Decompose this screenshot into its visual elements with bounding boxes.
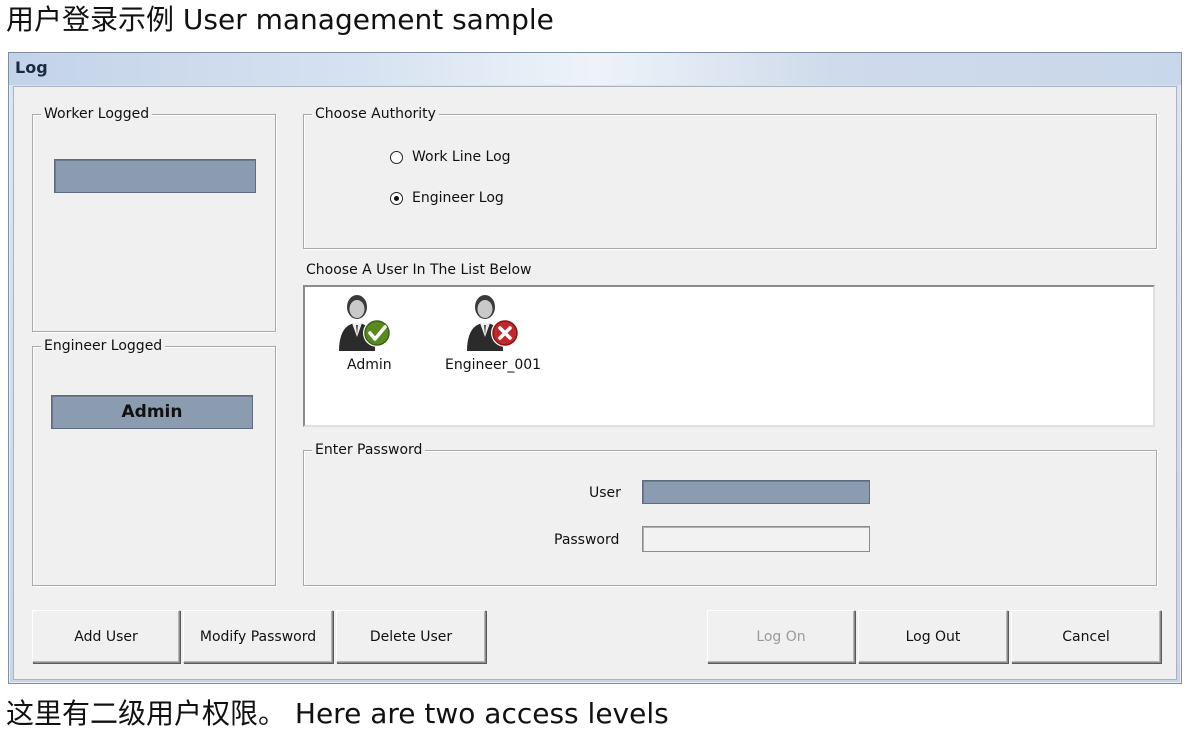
user-item-admin[interactable]: Admin — [327, 291, 417, 375]
user-input[interactable] — [642, 480, 870, 504]
window-client-area: Worker Logged Engineer Logged Admin Choo… — [13, 86, 1177, 680]
cancel-button[interactable]: Cancel — [1011, 610, 1161, 663]
user-item-engineer-001[interactable]: Engineer_001 — [445, 291, 555, 375]
engineer-logged-label: Engineer Logged — [41, 338, 166, 354]
enter-password-label: Enter Password — [312, 442, 426, 458]
user-list[interactable]: Admin Engineer_001 — [303, 285, 1155, 427]
caption-bottom: 这里有二级用户权限。 Here are two access levels — [6, 697, 669, 730]
radio-work-line-log-label: Work Line Log — [412, 149, 511, 165]
user-x-icon — [467, 295, 519, 351]
window-title: Log — [15, 58, 48, 77]
radio-engineer-log-circle[interactable] — [390, 192, 403, 205]
radio-work-line-log[interactable]: Work Line Log — [390, 149, 530, 167]
engineer-logged-field: Admin — [51, 395, 253, 429]
log-out-button[interactable]: Log Out — [858, 610, 1008, 663]
engineer-logged-value: Admin — [121, 402, 183, 422]
caption-top: 用户登录示例 User management sample — [6, 3, 554, 36]
add-user-button[interactable]: Add User — [32, 610, 180, 663]
log-window: Log Worker Logged Engineer Logged Admin … — [8, 52, 1182, 684]
radio-engineer-log-label: Engineer Log — [412, 190, 504, 206]
user-check-icon — [339, 295, 391, 351]
choose-authority-label: Choose Authority — [312, 106, 439, 122]
password-field-label: Password — [554, 532, 620, 548]
user-item-admin-label: Admin — [347, 357, 392, 373]
title-bar[interactable]: Log — [9, 53, 1181, 85]
engineer-logged-group — [32, 346, 276, 586]
log-on-button[interactable]: Log On — [707, 610, 855, 663]
worker-logged-field — [54, 159, 256, 193]
user-field-label: User — [589, 485, 621, 501]
enter-password-group — [303, 450, 1157, 586]
choose-user-label: Choose A User In The List Below — [306, 262, 532, 278]
password-input[interactable] — [642, 526, 870, 552]
user-item-engineer-001-label: Engineer_001 — [445, 357, 542, 373]
delete-user-button[interactable]: Delete User — [336, 610, 486, 663]
radio-work-line-log-circle[interactable] — [390, 151, 403, 164]
worker-logged-label: Worker Logged — [41, 106, 153, 122]
choose-authority-group — [303, 114, 1157, 249]
modify-password-button[interactable]: Modify Password — [183, 610, 333, 663]
worker-logged-group — [32, 114, 276, 332]
radio-engineer-log[interactable]: Engineer Log — [390, 190, 530, 208]
